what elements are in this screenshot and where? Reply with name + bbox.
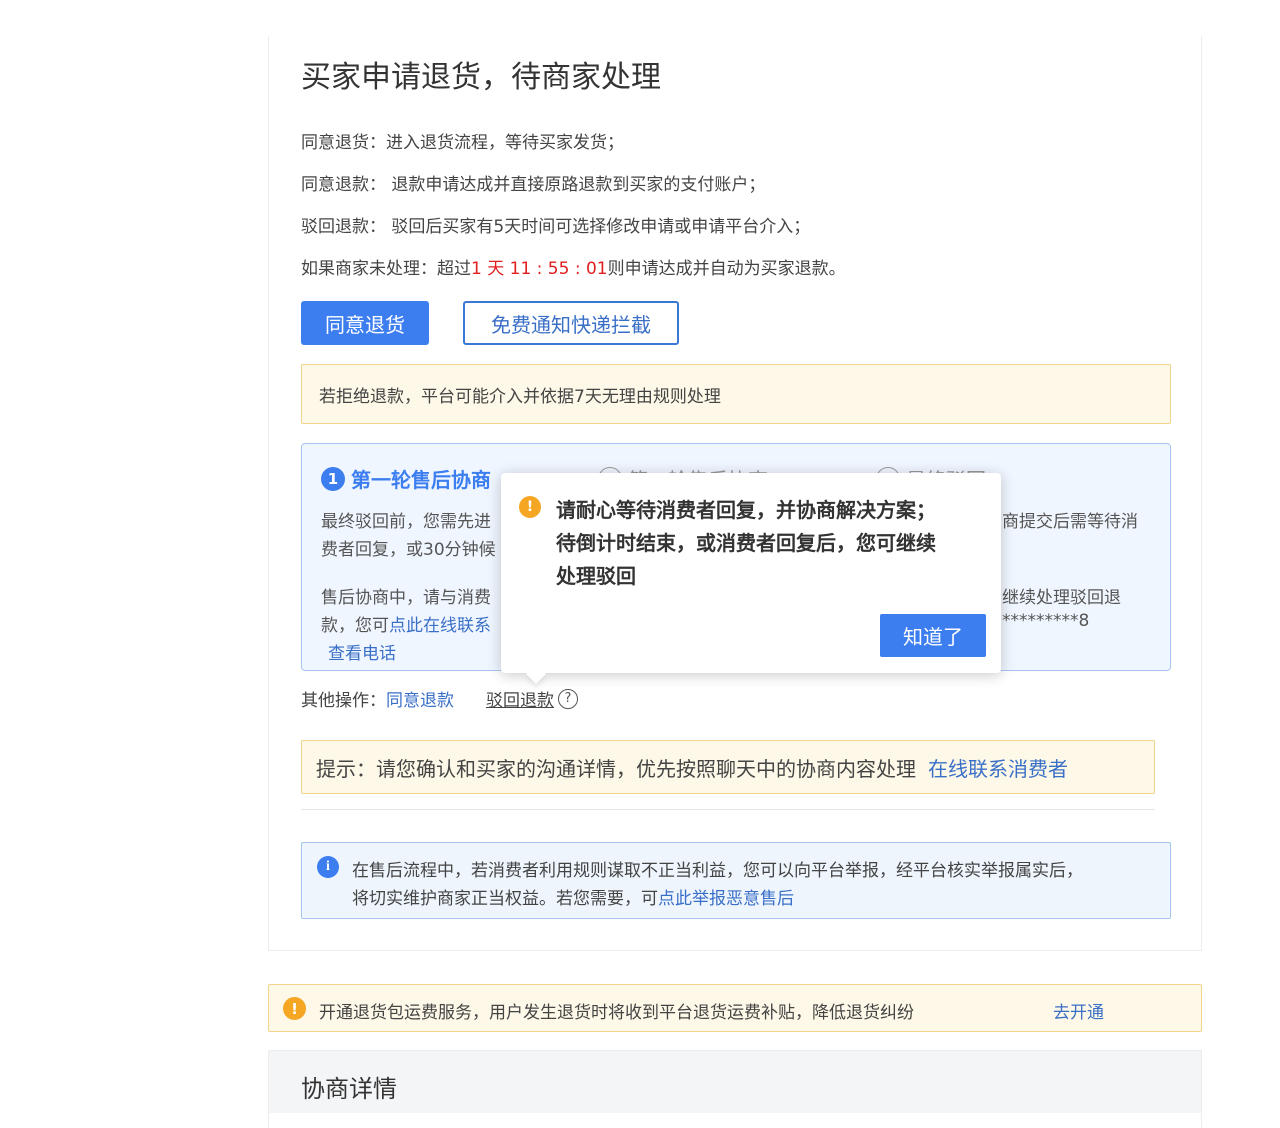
got-it-button[interactable]: 知道了	[880, 614, 986, 657]
communication-tip: 提示：请您确认和买家的沟通详情，优先按照聊天中的协商内容处理 在线联系消费者	[301, 740, 1155, 794]
nego-para2-line1-right: 继续处理驳回退	[1002, 588, 1121, 608]
contact-consumer-link[interactable]: 在线联系消费者	[928, 753, 1068, 782]
help-icon[interactable]: ?	[558, 688, 578, 709]
agree-return-button[interactable]: 同意退货	[301, 301, 429, 345]
activate-link[interactable]: 去开通	[1053, 998, 1104, 1023]
timeout-prefix: 如果商家未处理：超过	[301, 259, 471, 279]
info-line2: 将切实维护商家正当权益。若您需要，可点此举报恶意售后	[352, 884, 794, 909]
timeout-suffix: 则申请达成并自动为买家退款。	[607, 259, 846, 279]
intercept-express-button[interactable]: 免费通知快递拦截	[463, 301, 679, 345]
negotiation-detail-card: 协商详情	[268, 1050, 1202, 1128]
popover-line1: 请耐心等待消费者回复，并协商解决方案；	[556, 498, 936, 522]
step-first-round: 1 第一轮售后协商	[321, 464, 491, 493]
reject-refund-desc: 驳回退款： 驳回后买家有5天时间可选择修改申请或申请平台介入；	[301, 217, 811, 237]
agree-return-desc: 同意退货：进入退货流程，等待买家发货；	[301, 133, 624, 153]
warning-icon: !	[283, 997, 306, 1020]
info-line1: 在售后流程中，若消费者利用规则谋取不正当利益，您可以向平台举报，经平台核实举报属…	[352, 861, 1083, 881]
nego-para1-line1-right: 商提交后需等待消	[1002, 512, 1138, 532]
step-1-number: 1	[321, 466, 345, 491]
masked-phone: *********8	[1002, 611, 1090, 631]
detail-body	[269, 1113, 1201, 1128]
nego-para2-line1-left: 售后协商中，请与消费	[321, 588, 491, 608]
detail-title: 协商详情	[301, 1075, 397, 1103]
page-title: 买家申请退货，待商家处理	[301, 60, 661, 95]
report-malicious-link[interactable]: 点此举报恶意售后	[658, 889, 794, 909]
agree-refund-desc: 同意退款： 退款申请达成并直接原路退款到买家的支付账户；	[301, 175, 766, 195]
step-1-label: 第一轮售后协商	[351, 468, 491, 492]
contact-online-link[interactable]: 点此在线联系	[389, 616, 491, 636]
other-ops-label: 其他操作：	[301, 691, 386, 711]
shipping-insurance-banner: ! 开通退货包运费服务，用户发生退货时将收到平台退货运费补贴，降低退货纠纷 去开…	[268, 984, 1202, 1032]
reject-notice: 若拒绝退款，平台可能介入并依据7天无理由规则处理	[301, 364, 1171, 424]
view-phone-link[interactable]: 查看电话	[328, 639, 396, 664]
tip-text: 提示：请您确认和买家的沟通详情，优先按照聊天中的协商内容处理	[316, 756, 916, 781]
nego-para2-line2-prefix: 款，您可	[321, 616, 389, 636]
popover-line3: 处理驳回	[556, 564, 636, 588]
reject-refund-link[interactable]: 驳回退款	[486, 686, 554, 711]
wait-reply-popover: ! 请耐心等待消费者回复，并协商解决方案； 待倒计时结束，或消费者回复后，您可继…	[501, 473, 1001, 673]
info-icon: i	[317, 856, 339, 878]
divider	[301, 809, 1155, 810]
nego-para1-line1-left: 最终驳回前，您需先进	[321, 512, 491, 532]
agree-refund-link[interactable]: 同意退款	[386, 686, 454, 711]
malicious-report-info: i 在售后流程中，若消费者利用规则谋取不正当利益，您可以向平台举报，经平台核实举…	[301, 842, 1171, 919]
timeout-desc: 如果商家未处理：超过1 天 11 : 55 : 01则申请达成并自动为买家退款。	[301, 254, 846, 279]
countdown-timer: 1 天 11 : 55 : 01	[471, 259, 608, 279]
nego-para1-line2-left: 费者回复，或30分钟候	[321, 540, 496, 560]
other-operations: 其他操作： 同意退款 驳回退款 ?	[301, 686, 578, 711]
nego-para2-line2: 款，您可点此在线联系	[321, 611, 491, 636]
reject-notice-text: 若拒绝退款，平台可能介入并依据7天无理由规则处理	[319, 386, 721, 407]
popover-line2: 待倒计时结束，或消费者回复后，您可继续	[556, 531, 936, 555]
info-line2-prefix: 将切实维护商家正当权益。若您需要，可	[352, 889, 658, 909]
shipping-insurance-text: 开通退货包运费服务，用户发生退货时将收到平台退货运费补贴，降低退货纠纷	[319, 1003, 914, 1023]
alert-icon: !	[519, 496, 541, 518]
